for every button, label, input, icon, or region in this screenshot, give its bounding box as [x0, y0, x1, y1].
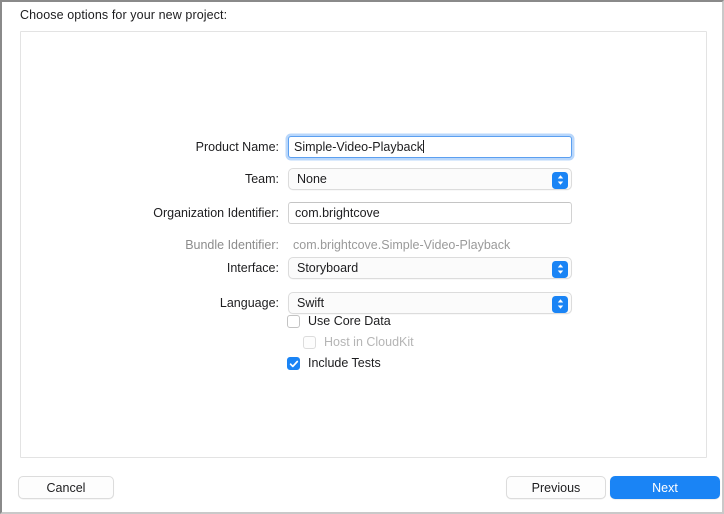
form-row-language: Language: Swift	[21, 292, 706, 314]
form-row-interface: Interface: Storyboard	[21, 257, 706, 279]
host-in-cloudkit-label: Host in CloudKit	[324, 335, 414, 349]
organization-identifier-input[interactable]: com.brightcove	[288, 202, 572, 224]
team-select[interactable]: None	[288, 168, 572, 190]
form-row-product-name: Product Name: Simple-Video-Playback	[21, 136, 706, 158]
next-button[interactable]: Next	[610, 476, 720, 499]
product-name-input[interactable]: Simple-Video-Playback	[288, 136, 572, 158]
chevron-up-down-icon[interactable]	[552, 295, 568, 313]
team-label: Team:	[244, 172, 279, 186]
form-row-team: Team: None	[21, 168, 706, 190]
organization-identifier-value: com.brightcove	[295, 206, 380, 220]
product-name-label: Product Name:	[195, 140, 279, 154]
product-name-value: Simple-Video-Playback	[294, 140, 424, 154]
use-core-data-label: Use Core Data	[308, 314, 391, 328]
language-selected-value: Swift	[297, 296, 325, 310]
form-row-bundle-identifier: Bundle Identifier: com.brightcove.Simple…	[21, 234, 706, 256]
team-control: None	[288, 168, 572, 190]
previous-button[interactable]: Previous	[506, 476, 606, 499]
interface-label: Interface:	[226, 261, 279, 275]
team-selected-value: None	[297, 172, 327, 186]
chevron-up-down-icon[interactable]	[552, 260, 568, 278]
form-row-organization-identifier: Organization Identifier: com.brightcove	[21, 202, 706, 224]
include-tests-checkbox[interactable]	[287, 357, 300, 370]
interface-selected-value: Storyboard	[297, 261, 359, 275]
organization-identifier-label: Organization Identifier:	[153, 206, 279, 220]
checkmark-icon	[289, 360, 298, 367]
new-project-options-dialog: Choose options for your new project: Pro…	[0, 0, 724, 514]
organization-identifier-control: com.brightcove	[288, 202, 572, 224]
bundle-identifier-value: com.brightcove.Simple-Video-Playback	[293, 238, 511, 252]
project-options-form: Product Name: Simple-Video-Playback Team…	[21, 32, 706, 457]
page-title: Choose options for your new project:	[20, 8, 228, 22]
chevron-up-down-icon[interactable]	[552, 171, 568, 189]
options-panel: Product Name: Simple-Video-Playback Team…	[20, 31, 707, 458]
include-tests-label: Include Tests	[308, 356, 381, 370]
product-name-control: Simple-Video-Playback	[288, 136, 572, 158]
bundle-identifier-label: Bundle Identifier:	[185, 238, 279, 252]
interface-control: Storyboard	[288, 257, 572, 279]
language-label: Language:	[219, 296, 279, 310]
language-select[interactable]: Swift	[288, 292, 572, 314]
use-core-data-checkbox[interactable]	[287, 315, 300, 328]
cancel-button[interactable]: Cancel	[18, 476, 114, 499]
interface-select[interactable]: Storyboard	[288, 257, 572, 279]
language-control: Swift	[288, 292, 572, 314]
bundle-identifier-control: com.brightcove.Simple-Video-Playback	[293, 234, 510, 256]
host-in-cloudkit-checkbox	[303, 336, 316, 349]
text-caret	[423, 140, 424, 153]
